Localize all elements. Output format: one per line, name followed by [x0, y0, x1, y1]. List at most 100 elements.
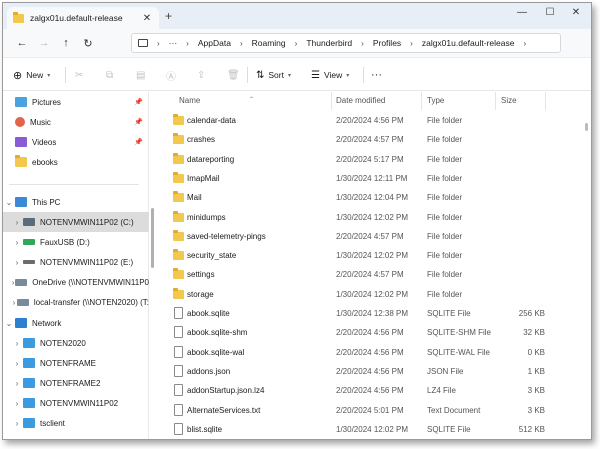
folder-icon — [173, 287, 184, 299]
table-row[interactable]: Mail 1/30/2024 12:04 PM File folder — [155, 188, 591, 207]
sidebar-item-onedrive[interactable]: › OneDrive (\\NOTENVMWIN11P0 — [3, 272, 149, 292]
breadcrumb-profiles[interactable]: Profiles — [373, 38, 401, 48]
minimize-button[interactable]: — — [515, 7, 529, 18]
sidebar-item-ebooks[interactable]: ebooks — [3, 152, 149, 172]
up-arrow-icon[interactable]: ↑ — [55, 37, 77, 49]
sidebar-item-this-pc[interactable]: ⌄ This PC — [3, 192, 149, 212]
table-row[interactable]: AlternateServices.txt 2/20/2024 5:01 PM Te… — [155, 401, 591, 420]
sidebar-item-network-computer[interactable]: › NOTENFRAME — [3, 353, 149, 373]
table-row[interactable]: calendar-data 2/20/2024 4:56 PM File folde… — [155, 111, 591, 130]
file-icon — [174, 384, 183, 397]
breadcrumb-current[interactable]: zalgx01u.default-release — [422, 38, 515, 48]
breadcrumb-separator: › — [523, 38, 527, 48]
column-header-date[interactable]: Date modified — [336, 96, 385, 105]
breadcrumb-thunderbird[interactable]: Thunderbird — [306, 38, 352, 48]
more-options-button[interactable]: ··· — [371, 58, 382, 92]
forward-arrow-icon[interactable]: → — [33, 37, 55, 49]
chevron-down-icon[interactable]: ⌄ — [3, 319, 15, 328]
table-row[interactable]: blist.sqlite 1/30/2024 12:02 PM SQLITE Fil… — [155, 420, 591, 439]
file-name: abook.sqlite — [187, 309, 230, 318]
sidebar-item-network-computer[interactable]: › tsclient — [3, 413, 149, 433]
table-row[interactable]: datareporting 2/20/2024 5:17 PM File folde… — [155, 150, 591, 169]
rename-button[interactable]: Ⓐ — [166, 58, 176, 92]
share-button[interactable]: ⇪ — [197, 58, 205, 92]
new-button[interactable]: ⊕ New ▾ — [13, 58, 50, 92]
breadcrumb-more[interactable]: ··· — [169, 38, 178, 48]
sidebar-item-network[interactable]: ⌄ Network — [3, 313, 149, 333]
column-header-name[interactable]: Name — [179, 96, 200, 105]
table-row[interactable]: storage 1/30/2024 12:02 PM File folder — [155, 285, 591, 304]
breadcrumb-roaming[interactable]: Roaming — [252, 38, 286, 48]
chevron-right-icon[interactable]: › — [11, 258, 23, 267]
table-row[interactable]: settings 2/20/2024 4:57 PM File folder — [155, 265, 591, 284]
new-tab-button[interactable]: + — [165, 9, 172, 23]
sidebar-item-network-computer[interactable]: › NOTENFRAME2 — [3, 373, 149, 393]
table-row[interactable]: addons.json 2/20/2024 4:56 PM JSON File 1 K… — [155, 362, 591, 381]
breadcrumb-separator: › — [239, 38, 243, 48]
sidebar-item-drive-d[interactable]: › FauxUSB (D:) — [3, 232, 149, 252]
table-row[interactable]: saved-telemetry-pings 2/20/2024 4:57 PM Fi… — [155, 227, 591, 246]
chevron-down-icon[interactable]: ⌄ — [3, 198, 15, 207]
chevron-right-icon[interactable]: › — [11, 298, 17, 307]
maximize-button[interactable]: ☐ — [543, 7, 557, 18]
table-row[interactable]: abook.sqlite 1/30/2024 12:38 PM SQLITE Fil… — [155, 304, 591, 323]
chevron-right-icon[interactable]: › — [11, 379, 23, 388]
file-name: ImapMail — [187, 173, 220, 183]
column-divider[interactable] — [495, 92, 496, 110]
folder-icon — [15, 155, 27, 167]
sidebar-item-drive-c[interactable]: › NOTENVMWIN11P02 (C:) — [3, 212, 149, 232]
copy-button[interactable]: ⧉ — [106, 58, 113, 92]
address-bar[interactable]: › ··· › AppData › Roaming › Thunderbird … — [131, 33, 561, 53]
column-divider[interactable] — [331, 92, 332, 110]
sidebar-item-music[interactable]: Music 📌 — [3, 112, 149, 132]
file-type: File folder — [427, 116, 463, 125]
file-type: Text Document — [427, 405, 481, 415]
column-header-size[interactable]: Size — [501, 96, 517, 105]
file-date-modified: 1/30/2024 12:04 PM — [336, 193, 409, 203]
network-drive-icon — [16, 298, 29, 306]
refresh-icon[interactable]: ↻ — [77, 37, 99, 50]
table-row[interactable]: crashes 2/20/2024 4:57 PM File folder — [155, 130, 591, 149]
folder-icon — [173, 152, 184, 164]
sort-button[interactable]: ⇅ Sort ▾ — [256, 58, 291, 92]
sidebar-item-network-computer[interactable]: › NOTEN2020 — [3, 333, 149, 353]
table-row[interactable]: ImapMail 1/30/2024 12:11 PM File folder — [155, 169, 591, 188]
column-divider[interactable] — [421, 92, 422, 110]
close-tab-icon[interactable]: ✕ — [141, 13, 153, 24]
tab-current[interactable]: zalgx01u.default-release ✕ — [7, 7, 159, 29]
file-date-modified: 2/20/2024 4:57 PM — [336, 231, 404, 241]
sidebar-item-drive-e[interactable]: › NOTENVMWIN11P02 (E:) — [3, 252, 149, 272]
column-header-type[interactable]: Type — [427, 96, 444, 105]
column-divider[interactable] — [545, 92, 546, 110]
breadcrumb-separator: › — [294, 38, 298, 48]
sidebar-scrollbar[interactable] — [151, 208, 154, 268]
cut-button[interactable]: ✂ — [75, 58, 83, 92]
chevron-right-icon[interactable]: › — [11, 218, 23, 227]
sidebar-item-network-computer[interactable]: › NOTENVMWIN11P02 — [3, 393, 149, 413]
view-button[interactable]: ☰ View ▾ — [311, 58, 349, 92]
file-date-modified: 2/20/2024 4:56 PM — [336, 328, 404, 338]
chevron-right-icon[interactable]: › — [11, 359, 23, 368]
close-window-button[interactable]: ✕ — [569, 7, 583, 18]
table-row[interactable]: minidumps 1/30/2024 12:02 PM File folder — [155, 208, 591, 227]
folder-icon — [173, 249, 184, 261]
back-arrow-icon[interactable]: ← — [11, 37, 33, 49]
table-row[interactable]: security_state 1/30/2024 12:02 PM File fol… — [155, 246, 591, 265]
sidebar-item-videos[interactable]: Videos 📌 — [3, 132, 149, 152]
table-row[interactable]: abook.sqlite-shm 2/20/2024 4:56 PM SQLITE-… — [155, 323, 591, 342]
folder-icon — [173, 171, 184, 183]
table-row[interactable]: addonStartup.json.lz4 2/20/2024 4:56 PM LZ… — [155, 381, 591, 400]
file-size: 3 KB — [527, 405, 545, 415]
chevron-right-icon[interactable]: › — [11, 419, 23, 428]
sidebar-item-local-transfer[interactable]: › local-transfer (\\NOTEN2020) (T: — [3, 292, 149, 312]
chevron-right-icon[interactable]: › — [11, 238, 23, 247]
chevron-right-icon[interactable]: › — [11, 399, 23, 408]
paste-button[interactable]: ▤ — [136, 58, 145, 92]
table-row[interactable]: abook.sqlite-wal 2/20/2024 4:56 PM SQLITE-… — [155, 343, 591, 362]
breadcrumb-appdata[interactable]: AppData — [198, 38, 231, 48]
sidebar-item-pictures[interactable]: Pictures 📌 — [3, 92, 149, 112]
delete-button[interactable]: 🗑 — [227, 58, 240, 92]
chevron-right-icon[interactable]: › — [11, 339, 23, 348]
sidebar-item-label: NOTENFRAME — [40, 358, 96, 368]
file-list-scrollbar[interactable] — [585, 123, 588, 131]
